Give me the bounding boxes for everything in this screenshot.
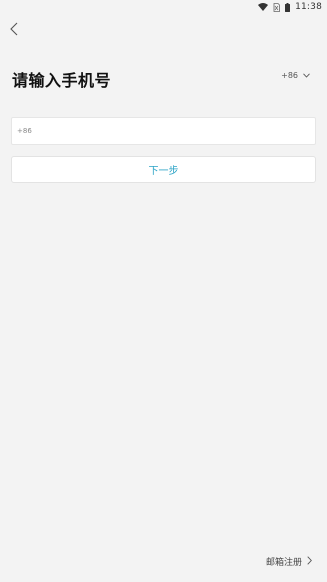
- chevron-right-icon: [307, 555, 312, 568]
- chevron-left-icon: [10, 21, 18, 40]
- next-button[interactable]: 下一步: [11, 156, 316, 183]
- back-button[interactable]: [7, 22, 21, 38]
- phone-input[interactable]: [35, 118, 315, 144]
- page-title: 请输入手机号: [12, 71, 112, 90]
- battery-icon: [285, 2, 291, 12]
- email-register-label: 邮箱注册: [265, 558, 302, 568]
- status-time: 11:38: [295, 2, 322, 12]
- status-bar: 11:38: [0, 0, 327, 14]
- phone-login-screen: 11:38 请输入手机号 +86 +86 下一步 邮箱注册: [0, 0, 327, 582]
- sim-none-icon: [273, 2, 280, 12]
- email-register-link[interactable]: 邮箱注册: [266, 555, 312, 568]
- country-code-value: +86: [281, 71, 298, 80]
- chevron-down-icon: [303, 71, 310, 80]
- country-code-selector[interactable]: +86: [281, 71, 310, 80]
- phone-prefix: +86: [17, 127, 32, 135]
- wifi-icon: [258, 3, 269, 11]
- phone-field[interactable]: +86: [11, 117, 316, 145]
